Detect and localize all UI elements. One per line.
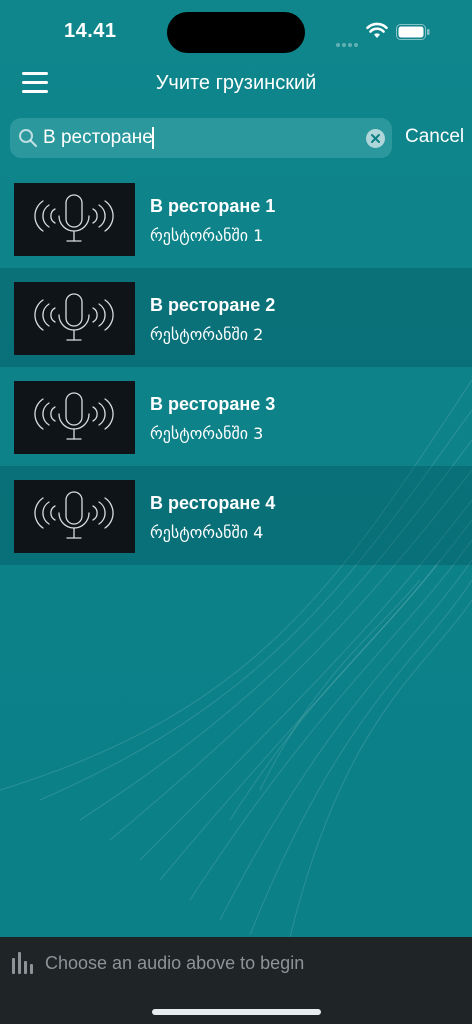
- item-title: В ресторане 1: [150, 196, 276, 216]
- item-title: В ресторане 4: [150, 493, 276, 513]
- thumbnail: [14, 183, 135, 256]
- microphone-waves-icon: [34, 293, 114, 341]
- home-indicator-area: [0, 989, 472, 1024]
- status-bar: 14.41: [0, 0, 472, 64]
- thumbnail: [14, 480, 135, 553]
- wifi-icon: [366, 22, 388, 38]
- cancel-button[interactable]: Cancel: [405, 126, 464, 148]
- nav-bar: Учите грузинский: [0, 64, 472, 108]
- list-item[interactable]: В ресторане 1 რესტორანში 1: [0, 169, 472, 268]
- list-item[interactable]: В ресторане 2 რესტორანში 2: [0, 268, 472, 367]
- clear-search-button[interactable]: [366, 129, 385, 148]
- audio-player-bar[interactable]: Choose an audio above to begin: [0, 937, 472, 989]
- microphone-waves-icon: [34, 491, 114, 539]
- item-title: В ресторане 2: [150, 295, 276, 315]
- search-input[interactable]: [43, 118, 353, 158]
- microphone-waves-icon: [34, 392, 114, 440]
- list-item[interactable]: В ресторане 3 რესტორანში 3: [0, 367, 472, 466]
- home-indicator[interactable]: [152, 1009, 321, 1015]
- cellular-signal-icon: [336, 34, 360, 47]
- search-field[interactable]: [10, 118, 392, 158]
- audio-bars-icon: [12, 952, 33, 974]
- close-icon: [371, 134, 380, 143]
- item-title: В ресторане 3: [150, 394, 276, 414]
- text-caret: [152, 127, 154, 149]
- status-time: 14.41: [64, 20, 117, 42]
- player-status-text: Choose an audio above to begin: [45, 953, 305, 973]
- dynamic-island: [167, 12, 305, 53]
- thumbnail: [14, 282, 135, 355]
- thumbnail: [14, 381, 135, 454]
- list-item[interactable]: В ресторане 4 რესტორანში 4: [0, 466, 472, 565]
- results-list: В ресторане 1 რესტორანში 1 В ресторане 2…: [0, 169, 472, 565]
- battery-icon: [396, 24, 430, 40]
- item-subtitle: რესტორანში 2: [150, 325, 264, 344]
- search-row: Cancel: [10, 118, 470, 158]
- search-icon: [19, 129, 38, 148]
- microphone-waves-icon: [34, 194, 114, 242]
- item-subtitle: რესტორანში 3: [150, 424, 264, 443]
- nav-title: Учите грузинский: [155, 72, 317, 94]
- item-subtitle: რესტორანში 4: [150, 523, 264, 542]
- item-subtitle: რესტორანში 1: [150, 226, 264, 245]
